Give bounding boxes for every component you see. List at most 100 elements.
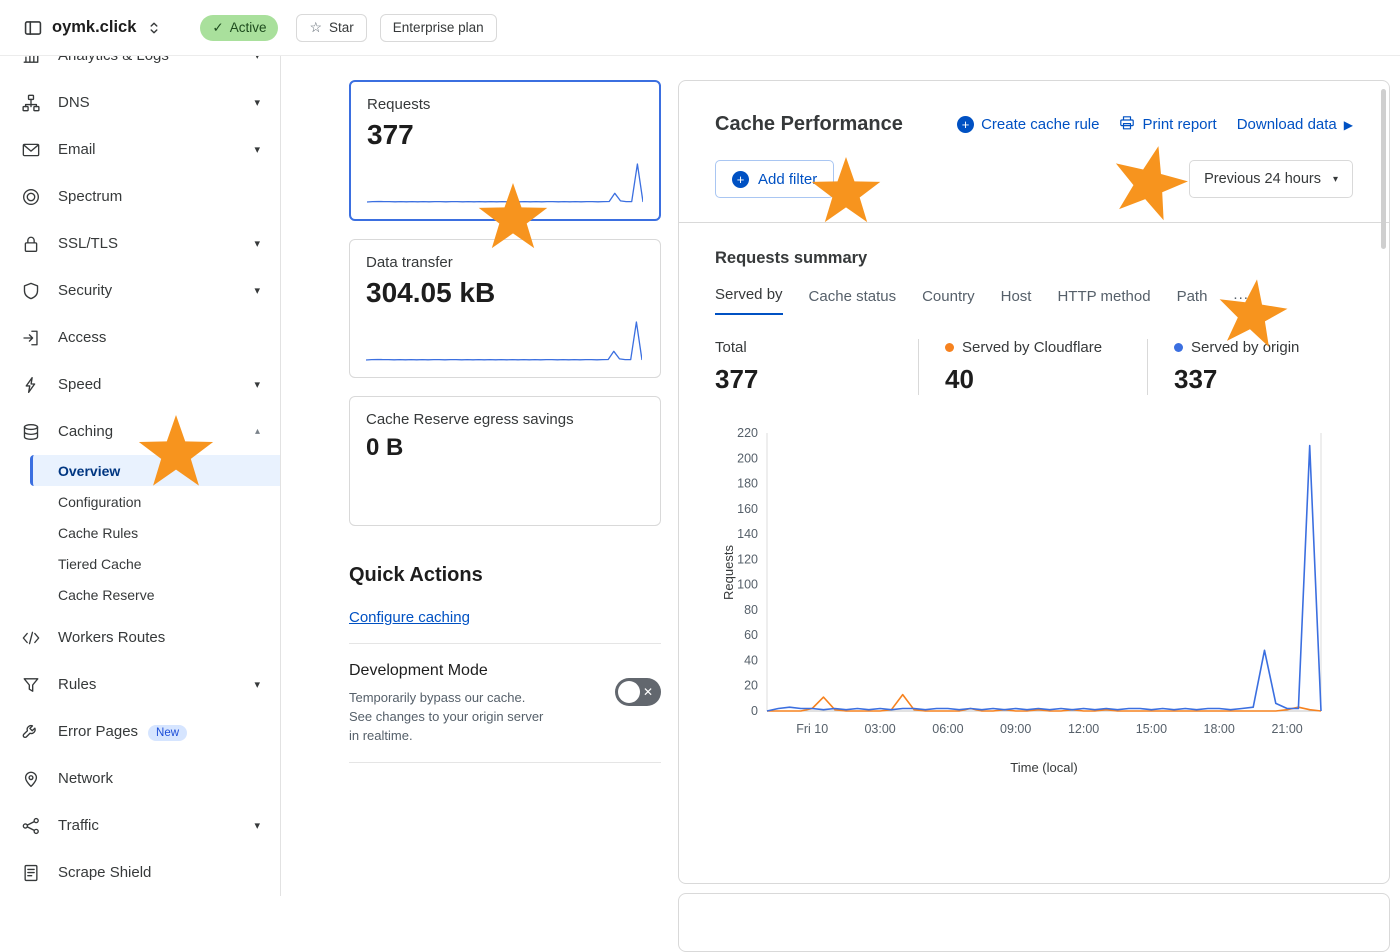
sidebar-item-analytics[interactable]: Analytics & Logs ▾ [0,56,280,79]
svg-text:200: 200 [737,451,758,465]
printer-icon [1119,115,1135,135]
svg-text:15:00: 15:00 [1136,722,1167,736]
wrench-icon [22,723,40,741]
chevron-down-icon: ▾ [254,144,260,156]
svg-text:09:00: 09:00 [1000,722,1031,736]
card-value: 0 B [366,434,404,461]
sidebar-item-traffic[interactable]: Traffic ▾ [0,802,280,849]
add-filter-button[interactable]: + Add filter [715,160,835,198]
tab-http-method[interactable]: HTTP method [1057,288,1150,315]
check-icon: ✓ [212,19,224,35]
svg-text:Fri 10: Fri 10 [796,722,828,736]
chevron-down-icon: ▾ [1332,173,1338,185]
chevron-down-icon: ▾ [254,379,260,391]
metric-column: Requests 377 Data transfer 304.05 kB Cac… [349,80,661,763]
tab-host[interactable]: Host [1001,288,1032,315]
svg-text:140: 140 [737,527,758,541]
data-transfer-card[interactable]: Data transfer 304.05 kB [349,239,661,378]
svg-text:03:00: 03:00 [864,722,895,736]
top-header: oymk.click ✓ Active ☆ Star Enterprise pl… [0,0,1400,56]
requests-card[interactable]: Requests 377 [349,80,661,221]
svg-text:100: 100 [737,578,758,592]
svg-text:20: 20 [744,679,758,693]
dev-mode-title: Development Mode [349,662,488,679]
sidebar-item-cache-rules[interactable]: Cache Rules [0,517,280,548]
star-button[interactable]: ☆ Star [296,13,367,42]
tab-path[interactable]: Path [1177,288,1208,315]
sidebar-item-email[interactable]: Email ▾ [0,126,280,173]
orange-dot-icon [945,343,954,352]
site-name: oymk.click [52,18,137,36]
create-cache-rule-link[interactable]: + Create cache rule [957,116,1099,133]
database-icon [22,423,40,441]
data-transfer-sparkline [366,321,642,361]
tab-cache-status[interactable]: Cache status [809,288,897,315]
play-icon: ▶ [1343,117,1353,132]
sidebar-item-workers-routes[interactable]: Workers Routes [0,614,280,661]
email-icon [22,141,40,159]
card-title: Cache Reserve egress savings [366,411,574,428]
svg-text:60: 60 [744,628,758,642]
sidebar-item-access[interactable]: Access [0,314,280,361]
svg-text:160: 160 [737,502,758,516]
sidebar-panel-icon[interactable] [24,19,42,37]
sidebar-item-dns[interactable]: DNS ▾ [0,79,280,126]
time-range-dropdown[interactable]: Previous 24 hours ▾ [1189,160,1353,198]
print-report-link[interactable]: Print report [1119,115,1217,135]
sidebar-item-rules[interactable]: Rules ▾ [0,661,280,708]
sidebar-item-cache-reserve[interactable]: Cache Reserve [0,579,280,610]
sidebar-item-scrape-shield[interactable]: Scrape Shield [0,849,280,896]
panel-title: Cache Performance [715,113,903,135]
tab-served-by[interactable]: Served by [715,286,783,315]
star-outline-icon: ☆ [309,19,323,35]
dev-mode-toggle[interactable]: ✕ [615,678,661,706]
shield-icon [22,282,40,300]
access-icon [22,329,40,347]
sidebar-item-speed[interactable]: Speed ▾ [0,361,280,408]
sidebar-item-error-pages[interactable]: Error Pages New [0,708,280,755]
plus-circle-icon: + [732,170,749,188]
card-value: 377 [367,119,414,150]
scrollbar-thumb[interactable] [1381,89,1386,249]
status-badge: ✓ Active [200,14,279,41]
share-nodes-icon [22,817,40,835]
sidebar-item-security[interactable]: Security ▾ [0,267,280,314]
requests-chart: Requests 0 20 40 60 80 100 120 140 160 180 200 220 F… [715,425,1353,775]
chevron-down-icon: ▾ [254,238,260,250]
stat-total: Total 377 [715,339,759,394]
chart-x-axis-label: Time (local) [1010,760,1078,775]
download-data-link[interactable]: Download data ▶ [1237,116,1353,133]
divider [349,643,661,644]
quick-actions-title: Quick Actions [349,564,483,586]
sidebar-item-caching-overview[interactable]: Overview [30,455,280,486]
plan-badge[interactable]: Enterprise plan [379,13,497,42]
sidebar-item-spectrum[interactable]: Spectrum [0,173,280,220]
svg-text:40: 40 [744,654,758,668]
sidebar-item-caching-configuration[interactable]: Configuration [0,486,280,517]
svg-text:18:00: 18:00 [1204,722,1235,736]
site-switcher-icon[interactable] [146,20,162,36]
sidebar-item-ssl-tls[interactable]: SSL/TLS ▾ [0,220,280,267]
configure-caching-link[interactable]: Configure caching [349,609,470,626]
requests-sparkline [367,163,643,203]
svg-text:180: 180 [737,477,758,491]
sidebar-item-caching[interactable]: Caching ▴ [0,408,280,455]
sidebar-item-tiered-cache[interactable]: Tiered Cache [0,548,280,579]
code-brackets-icon [22,629,40,647]
stat-served-by-origin: Served by origin 337 [1147,339,1319,395]
pin-icon [22,770,40,788]
line-chart: 0 20 40 60 80 100 120 140 160 180 200 220 Fri 10 03:0… [737,426,1322,736]
sidebar-item-network[interactable]: Network [0,755,280,802]
tab-country[interactable]: Country [922,288,975,315]
cache-reserve-card[interactable]: Cache Reserve egress savings 0 B [349,396,661,526]
development-mode-section: Development Mode Temporarily bypass our … [349,662,661,746]
chevron-down-icon: ▾ [254,285,260,297]
more-tabs-ellipsis-icon[interactable]: ... [1233,286,1249,315]
divider [349,761,661,763]
chart-y-axis-label: Requests [720,545,736,600]
svg-text:21:00: 21:00 [1271,722,1302,736]
summary-stats: Total 377 Served by Cloudflare 40 Served… [715,339,1353,395]
lock-icon [22,235,40,253]
svg-text:12:00: 12:00 [1068,722,1099,736]
svg-text:80: 80 [744,603,758,617]
